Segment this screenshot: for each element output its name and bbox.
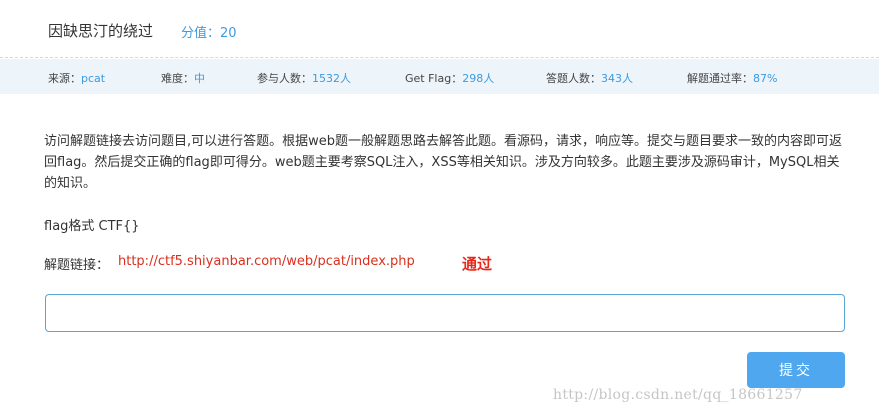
stat-answers: 答题人数：343人 xyxy=(546,70,633,86)
pass-status: 通过 xyxy=(462,255,493,273)
challenge-score: 分值：20 xyxy=(181,26,237,41)
stat-source: 来源：pcat xyxy=(48,70,105,86)
stat-source-value: pcat xyxy=(81,72,106,85)
stats-bar: 来源：pcat 难度：中 参与人数：1532人 Get Flag：298人 答题… xyxy=(0,59,879,94)
stat-passrate-label: 解题通过率： xyxy=(687,72,753,85)
stat-participants-label: 参与人数： xyxy=(257,72,312,85)
solve-link-label: 解题链接： xyxy=(44,258,110,273)
watermark: http://blog.csdn.net/qq_18661257 xyxy=(553,387,803,403)
flag-format: flag格式 CTF{} xyxy=(44,219,140,234)
stat-answers-value: 343人 xyxy=(601,72,633,85)
challenge-header: 因缺思汀的绕过 分值：20 xyxy=(0,0,879,58)
solve-link-row: 解题链接： http://ctf5.shiyanbar.com/web/pcat… xyxy=(44,254,415,273)
stat-difficulty: 难度：中 xyxy=(161,70,205,86)
challenge-page: 因缺思汀的绕过 分值：20 来源：pcat 难度：中 参与人数：1532人 Ge… xyxy=(0,0,879,416)
stat-participants: 参与人数：1532人 xyxy=(257,70,351,86)
solve-link[interactable]: http://ctf5.shiyanbar.com/web/pcat/index… xyxy=(118,254,415,269)
stat-answers-label: 答题人数： xyxy=(546,72,601,85)
stat-difficulty-label: 难度： xyxy=(161,72,194,85)
stat-source-label: 来源： xyxy=(48,72,81,85)
stat-getflag: Get Flag：298人 xyxy=(405,70,494,86)
challenge-title: 因缺思汀的绕过 xyxy=(48,22,154,40)
stat-passrate: 解题通过率：87% xyxy=(687,70,777,86)
stat-getflag-label: Get Flag： xyxy=(405,72,463,85)
challenge-description: 访问解题链接去访问题目,可以进行答题。根据web题一般解题思路去解答此题。看源码… xyxy=(44,134,843,191)
submit-button[interactable]: 提交 xyxy=(747,352,845,388)
stat-difficulty-value: 中 xyxy=(194,72,205,85)
stat-participants-value: 1532人 xyxy=(312,72,351,85)
stat-passrate-value: 87% xyxy=(753,72,778,85)
stat-getflag-value: 298人 xyxy=(462,72,495,85)
flag-input[interactable] xyxy=(45,294,845,332)
